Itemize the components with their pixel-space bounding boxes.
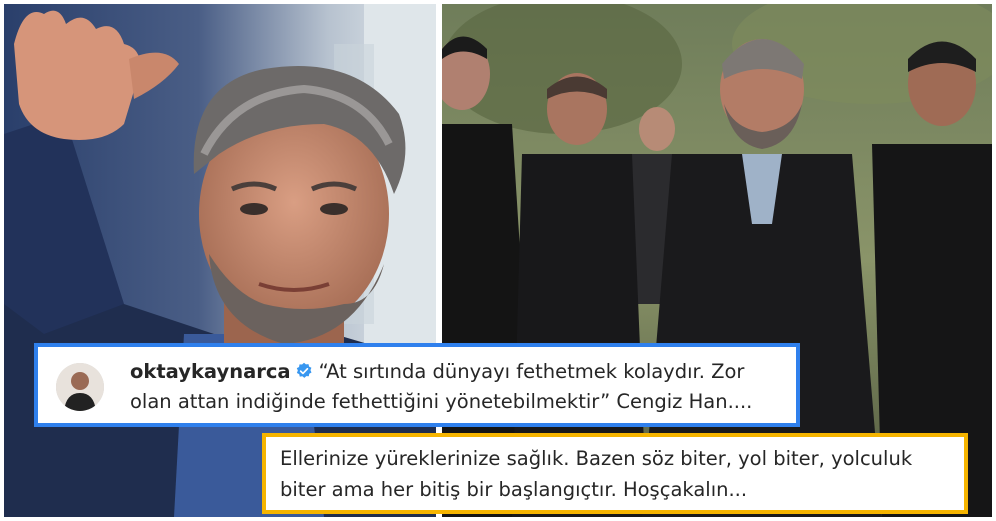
reply-text: Ellerinize yüreklerinize sağlık. Bazen s…: [280, 447, 913, 501]
post-username[interactable]: oktaykaynarca: [130, 360, 291, 383]
post-caption-box: oktaykaynarca “At sırtında dünyayı fethet…: [34, 343, 800, 427]
avatar[interactable]: [56, 363, 104, 411]
reply-comment-box: Ellerinize yüreklerinize sağlık. Bazen s…: [262, 433, 968, 514]
post-text: oktaykaynarca “At sırtında dünyayı fethet…: [130, 357, 790, 417]
verified-badge-icon: [295, 359, 313, 378]
